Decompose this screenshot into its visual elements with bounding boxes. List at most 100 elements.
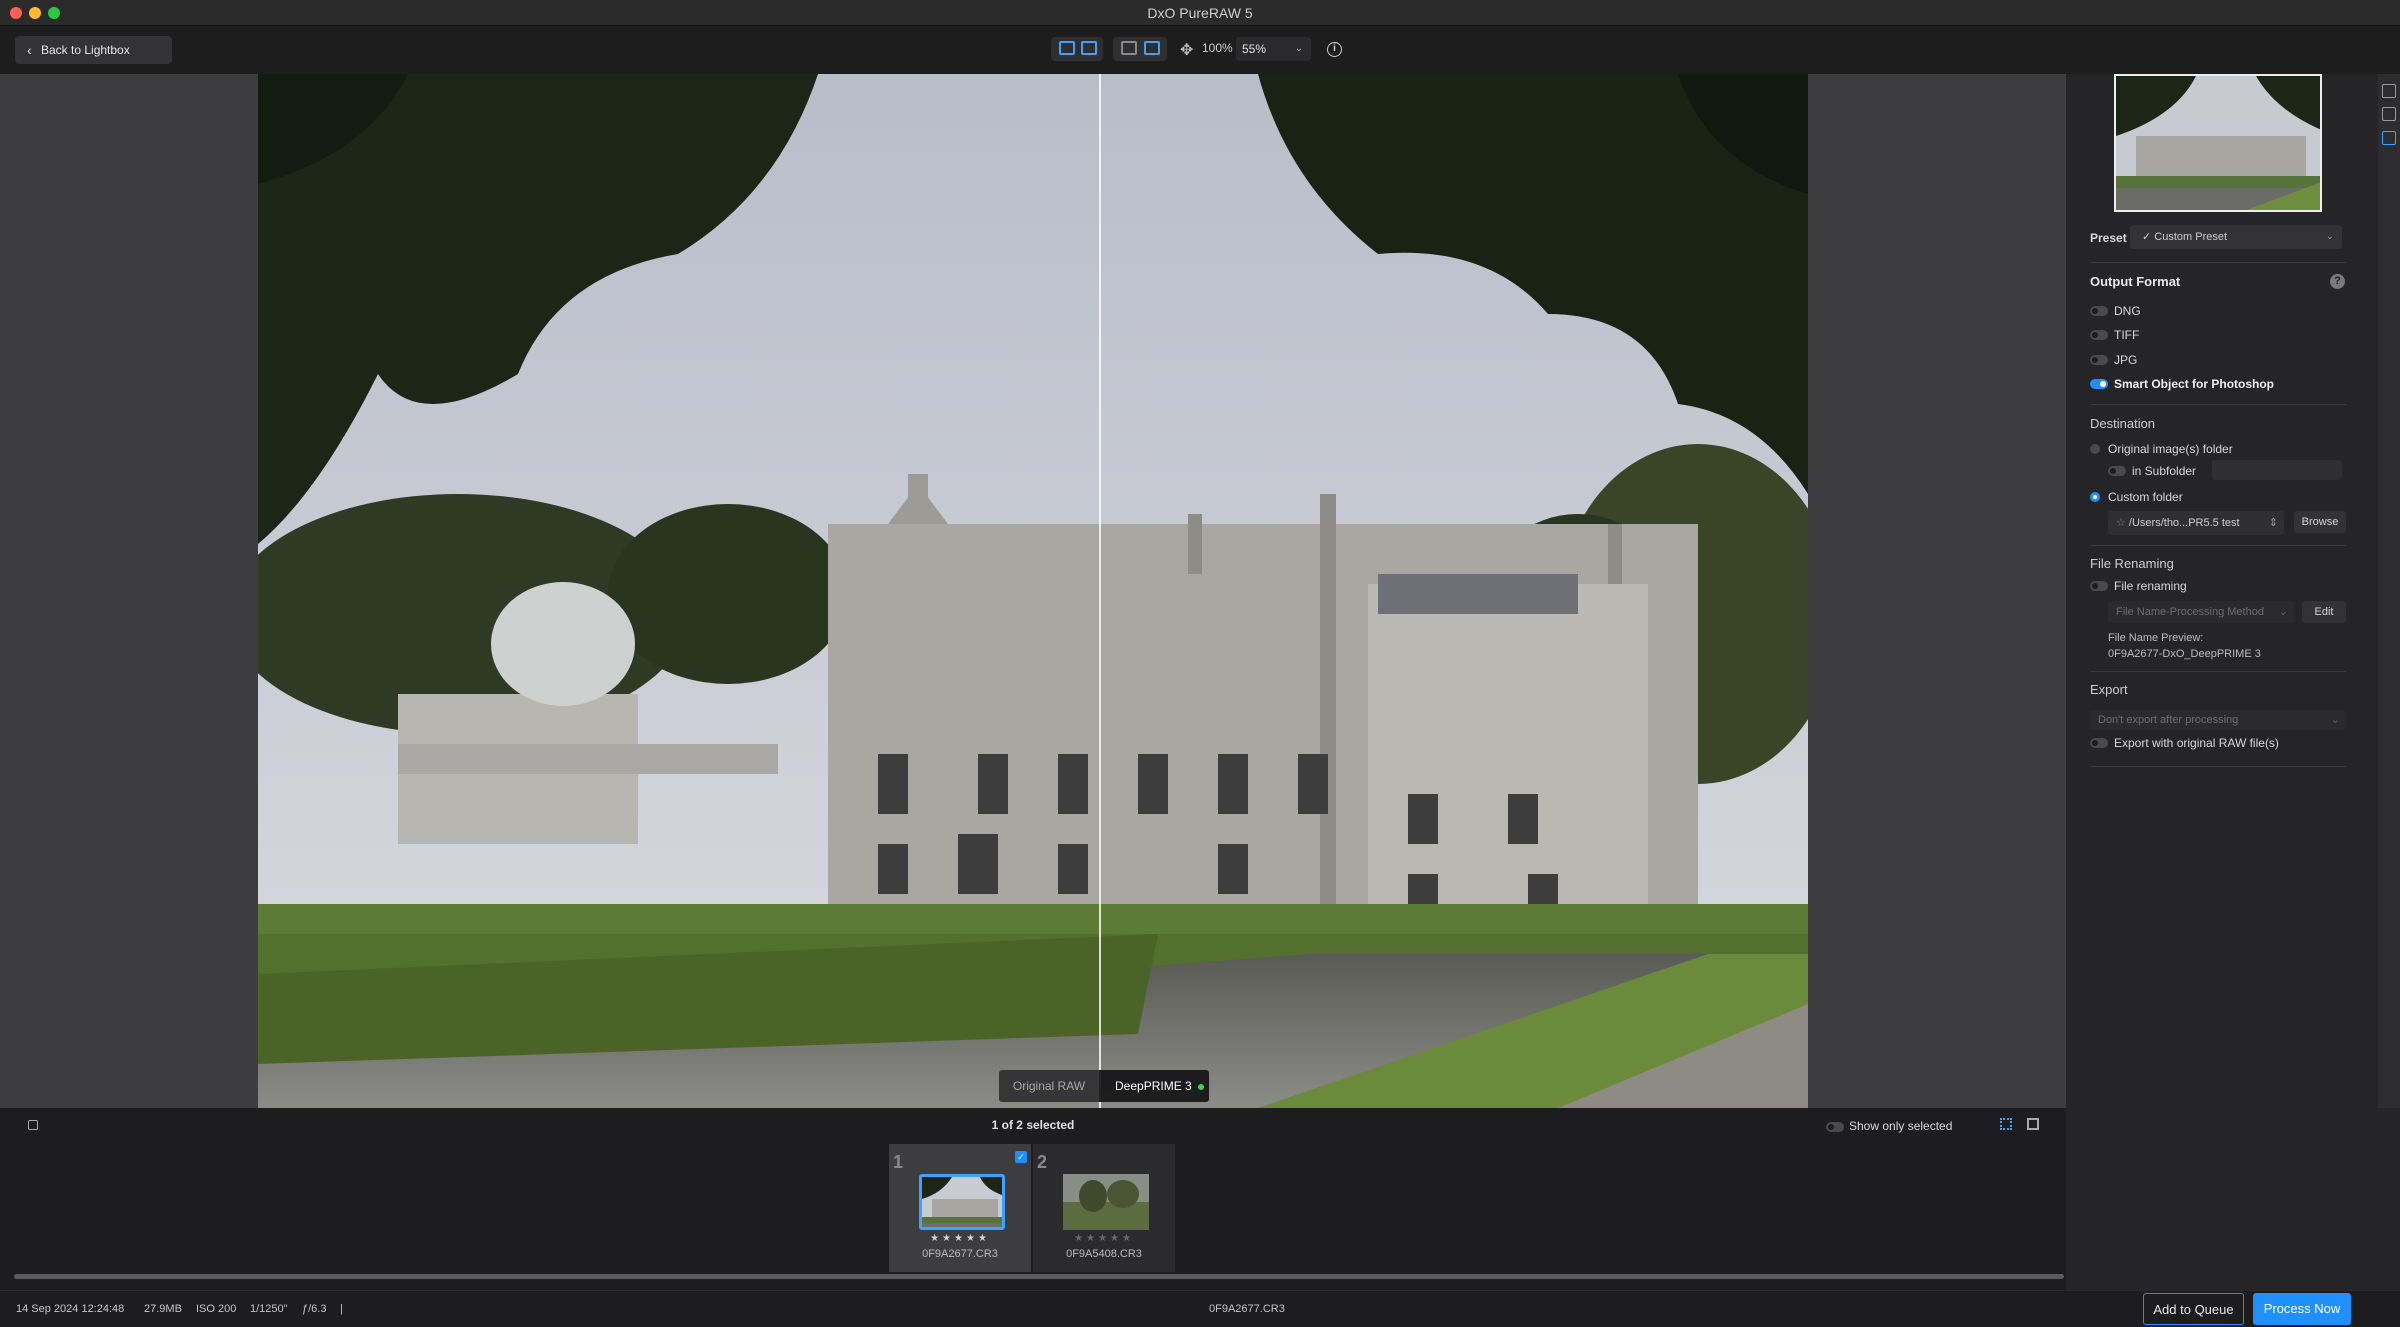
thumbnail-image [919,1174,1005,1230]
file-size: 27.9MB [144,1303,182,1315]
castle-photo [258,74,1808,1108]
thumbnail-filename: 0F9A5408.CR3 [1066,1248,1142,1260]
help-icon[interactable]: ? [2330,274,2345,289]
selected-check-icon[interactable]: ✓ [1015,1151,1027,1163]
toolbar: ‹ Back to Lightbox ✥ 100% 55% ⌄ i [0,26,2400,74]
zoom-select[interactable]: 55% ⌄ [1236,37,1311,61]
pan-icon[interactable]: ✥ [1180,40,1193,60]
original-folder-label: Original image(s) folder [2108,442,2233,456]
edit-button[interactable]: Edit [2302,601,2346,623]
export-select-value: Don't export after processing [2098,714,2239,726]
status-bar: 14 Sep 2024 12:24:48 27.9MB ISO 200 1/12… [0,1290,2400,1327]
preset-select[interactable]: ✓ Custom Preset ⌄ [2130,225,2342,249]
tiff-label: TIFF [2114,328,2140,342]
aperture: ƒ/6.3 [302,1303,327,1315]
preset-label: Preset [2090,231,2127,245]
move-tool-icon[interactable] [2382,84,2396,98]
status-divider: | [340,1303,343,1315]
single-view-icon[interactable] [1121,41,1137,55]
thumbnail-index: 2 [1037,1152,1048,1172]
filmstrip: 1 of 2 selected Show only selected 1 ✓ ★… [0,1108,2066,1290]
smart-object-label: Smart Object for Photoshop [2114,377,2275,391]
brush-tool-icon[interactable] [2382,107,2396,121]
star-icon: ☆ [2116,517,2129,529]
rating-stars[interactable]: ★★★★★ [889,1233,1031,1244]
thumbnail-card[interactable]: 2 ★★★★★ 0F9A5408.CR3 [1033,1144,1175,1272]
zoom-100-button[interactable]: 100% [1202,41,1233,55]
add-to-queue-button[interactable]: Add to Queue [2143,1293,2244,1325]
subfolder-name-input[interactable] [2212,460,2342,480]
output-format-heading: Output Format [2090,274,2181,289]
layout-toggle-group [1051,37,1103,61]
stepper-icon: ⇕ [2268,517,2278,529]
tiff-toggle[interactable] [2090,330,2108,340]
split-view-icon[interactable] [1144,41,1160,55]
navigator-thumbnail[interactable] [2114,74,2322,212]
custom-folder-path-select[interactable]: ☆ /Users/tho...PR5.5 test ⇕ [2108,511,2284,535]
tool-strip [2378,74,2400,1108]
grid-view-icon[interactable] [2000,1118,2012,1130]
chevron-down-icon: ⌄ [2325,231,2334,242]
compare-split-handle[interactable] [1099,74,1101,1108]
file-renaming-heading: File Renaming [2090,556,2174,571]
chevron-left-icon: ‹ [27,42,32,58]
deepprime-label-text: DeepPRIME 3 [1115,1079,1192,1093]
dng-toggle[interactable] [2090,306,2108,316]
filmstrip-scrollbar[interactable] [14,1274,2064,1279]
original-folder-radio[interactable] [2090,444,2100,454]
compare-mode-group [1113,37,1167,61]
status-dot-icon [1197,1084,1204,1090]
compact-view-icon[interactable] [2027,1118,2039,1130]
jpg-label: JPG [2114,353,2138,367]
thumbnail-image [1063,1174,1149,1230]
original-raw-label: Original RAW [999,1070,1099,1102]
compare-labels: Original RAW DeepPRIME 3 [999,1070,1209,1102]
settings-sidebar: Preset ✓ Custom Preset ⌄ Output Format ?… [2066,74,2400,1290]
image-viewer[interactable] [0,74,2066,1108]
divider [2090,671,2346,672]
thumbnail-index: 1 [893,1152,904,1172]
custom-folder-radio[interactable] [2090,492,2100,502]
iso-value: ISO 200 [196,1303,237,1315]
dng-label: DNG [2114,304,2141,318]
thumbnail-card[interactable]: 1 ✓ ★★★★★ 0F9A2677.CR3 [889,1144,1031,1272]
destination-heading: Destination [2090,416,2156,431]
file-name-preview-label: File Name Preview: [2108,632,2204,644]
subfolder-label: in Subfolder [2132,464,2197,478]
chevron-down-icon: ⌄ [2330,714,2340,726]
deepprime-label: DeepPRIME 3 [1099,1070,1209,1102]
file-renaming-label: File renaming [2114,579,2187,593]
selection-count: 1 of 2 selected [991,1118,1075,1132]
shutter-speed: 1/1250" [250,1303,288,1315]
navigator-image [2116,76,2320,210]
jpg-toggle[interactable] [2090,355,2108,365]
zoom-value: 55% [1242,42,1267,56]
rating-stars[interactable]: ★★★★★ [1033,1233,1175,1244]
subfolder-toggle[interactable] [2108,466,2126,476]
back-to-lightbox-button[interactable]: ‹ Back to Lightbox [15,36,172,64]
preview-image [258,74,1808,1108]
show-only-selected-toggle[interactable] [1826,1122,1844,1132]
file-renaming-toggle[interactable] [2090,581,2108,591]
export-select[interactable]: Don't export after processing ⌄ [2090,710,2346,730]
thumbnail-photo [1063,1174,1149,1230]
filmstrip-layout-icon[interactable] [1059,41,1075,55]
chevron-down-icon: ⌄ [1294,43,1303,54]
preset-value: Custom Preset [2154,231,2228,243]
divider [2090,262,2346,263]
browse-button[interactable]: Browse [2294,511,2346,533]
settings-tool-icon[interactable] [2382,131,2396,145]
divider [2090,404,2346,405]
export-raw-label: Export with original RAW file(s) [2114,736,2279,750]
window-title: DxO PureRAW 5 [1147,5,1253,21]
capture-date: 14 Sep 2024 12:24:48 [16,1303,125,1315]
thumbnail-filename: 0F9A2677.CR3 [922,1248,998,1260]
export-heading: Export [2090,682,2128,697]
sidebar-layout-icon[interactable] [1081,41,1097,55]
info-icon[interactable]: i [1327,42,1342,57]
export-raw-toggle[interactable] [2090,738,2108,748]
naming-method-select[interactable]: File Name-Processing Method ⌄ [2108,601,2294,623]
divider [2090,766,2346,767]
process-now-button[interactable]: Process Now [2253,1293,2351,1325]
smart-object-toggle[interactable] [2090,379,2108,389]
